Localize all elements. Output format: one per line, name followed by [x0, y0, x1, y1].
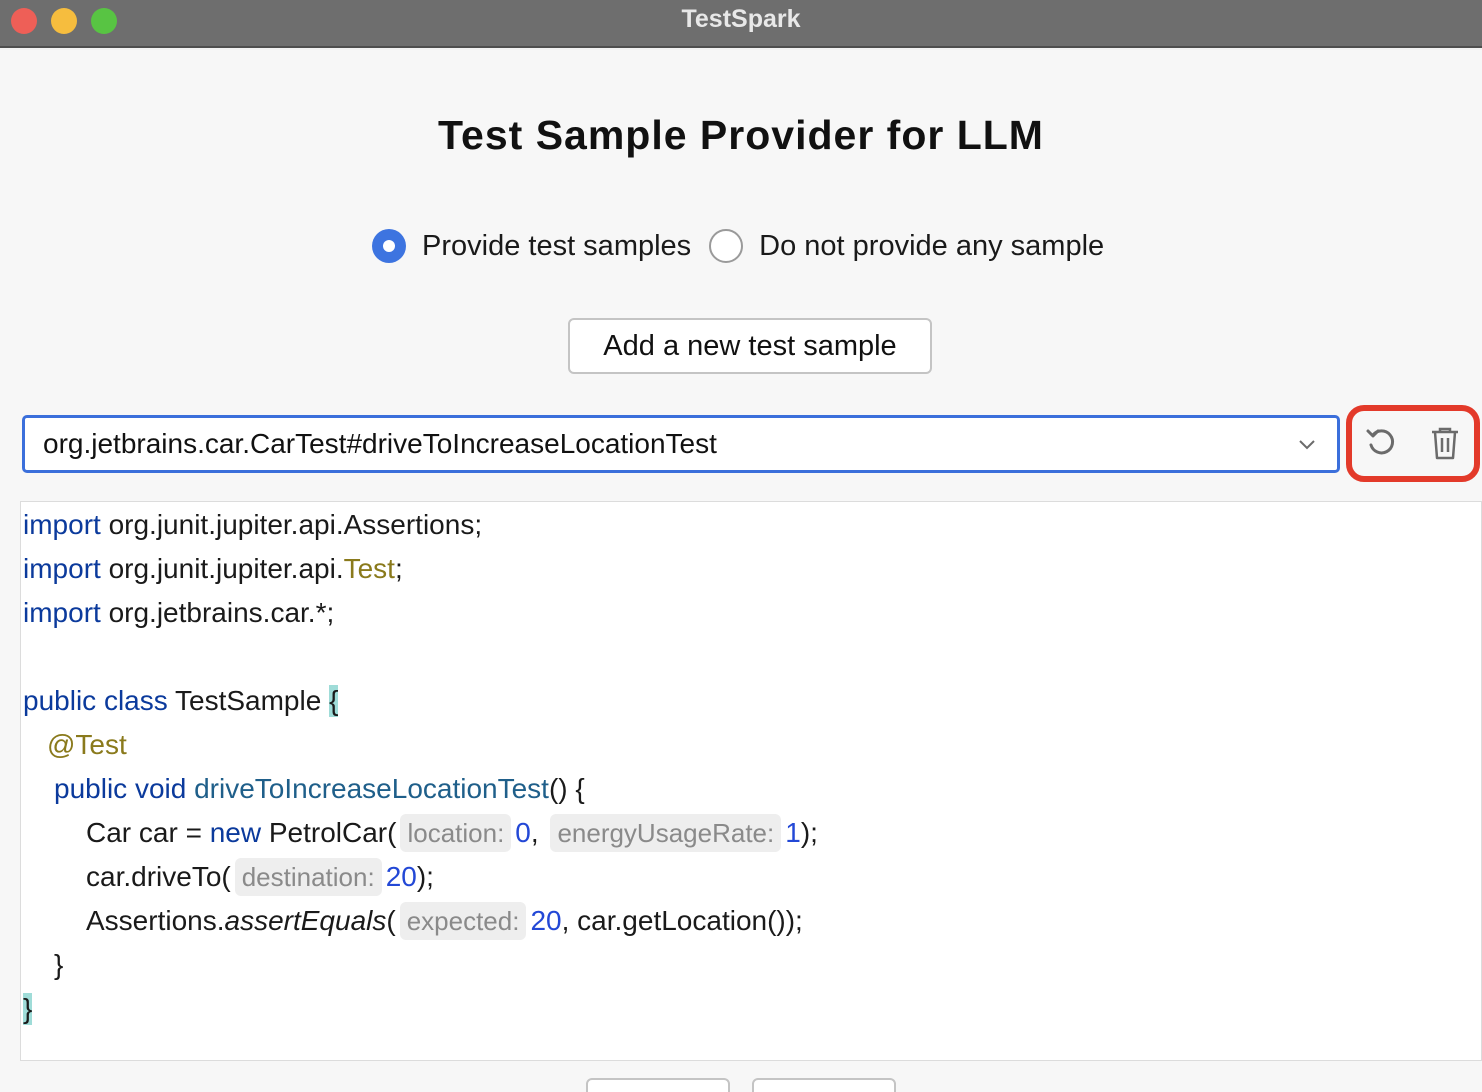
- code-line: @Test: [47, 729, 127, 760]
- provide-samples-radio[interactable]: [372, 229, 406, 263]
- sample-mode-radio-group: Provide test samples Do not provide any …: [372, 226, 1122, 266]
- no-sample-label[interactable]: Do not provide any sample: [759, 230, 1104, 263]
- parameter-hint: destination:: [234, 858, 382, 896]
- parameter-hint: location:: [400, 814, 512, 852]
- reset-icon[interactable]: [1364, 425, 1400, 461]
- code-line: Car car = new PetrolCar(location: 0, ener…: [86, 811, 818, 855]
- page-title: Test Sample Provider for LLM: [438, 112, 1044, 158]
- sample-actions-highlight: [1346, 405, 1480, 482]
- ok-button[interactable]: OK: [752, 1078, 896, 1092]
- code-editor[interactable]: import org.junit.jupiter.api.Assertions;…: [20, 501, 1482, 1061]
- chevron-down-icon: [1299, 440, 1315, 450]
- parameter-hint: energyUsageRate:: [550, 814, 782, 852]
- test-sample-dropdown-value: org.jetbrains.car.CarTest#driveToIncreas…: [43, 428, 717, 459]
- code-line: import org.jetbrains.car.*;: [23, 597, 335, 628]
- provide-samples-label[interactable]: Provide test samples: [422, 230, 691, 263]
- dialog-content: Test Sample Provider for LLM Provide tes…: [0, 50, 1482, 1092]
- code-line: import org.junit.jupiter.api.Assertions;: [23, 509, 483, 540]
- matching-brace: {: [329, 685, 339, 717]
- matching-brace: }: [23, 993, 33, 1025]
- add-test-sample-button[interactable]: Add a new test sample: [568, 318, 932, 374]
- trash-icon[interactable]: [1428, 425, 1462, 461]
- code-line: car.driveTo(destination: 20);: [86, 855, 434, 899]
- window-title: TestSpark: [681, 5, 801, 33]
- parameter-hint: expected:: [399, 902, 527, 940]
- test-sample-dropdown[interactable]: org.jetbrains.car.CarTest#driveToIncreas…: [22, 415, 1340, 473]
- code-line: }: [23, 987, 33, 1031]
- window-titlebar: TestSpark: [0, 0, 1482, 48]
- back-button[interactable]: Back: [586, 1078, 730, 1092]
- code-line: Assertions. assertEquals(expected: 20, car…: [86, 899, 803, 943]
- code-line: public void driveToIncreaseLocationTest(…: [54, 773, 585, 804]
- code-line: public class TestSample {: [23, 685, 339, 717]
- no-sample-radio[interactable]: [709, 229, 744, 263]
- code-line: import org.junit.jupiter.api. Test;: [23, 553, 403, 584]
- code-line: }: [54, 949, 64, 980]
